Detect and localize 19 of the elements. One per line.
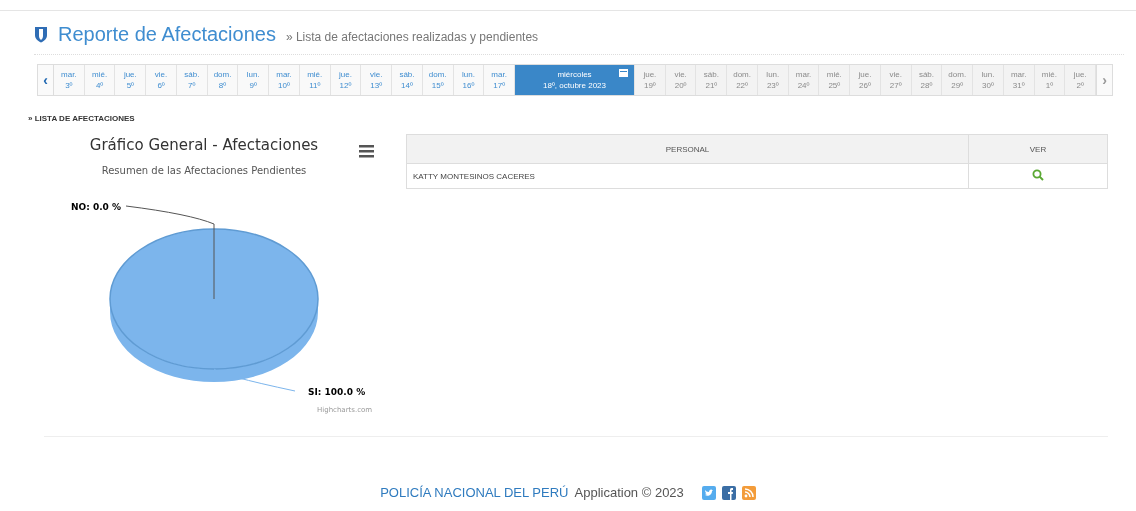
rss-icon[interactable] (741, 485, 756, 500)
calendar-icon (619, 68, 628, 77)
data-label: SI: 100.0 % (308, 387, 366, 397)
twitter-icon[interactable] (701, 485, 716, 500)
menu-icon[interactable] (359, 145, 374, 158)
column-header: VER (968, 134, 1108, 164)
table-cell: KATTY MONTESINOS CACERES (406, 163, 969, 189)
footer-brand: POLICÍA NACIONAL DEL PERÚ (380, 485, 569, 500)
footer-text: Application © 2023 (574, 485, 684, 500)
chart-title: Gráfico General - Afectaciones (89, 136, 319, 154)
day-tab[interactable]: miércoles 18º, octubre 2023 (515, 65, 635, 95)
page-title: Reporte de Afectaciones (58, 23, 276, 46)
data-label: NO: 0.0 % (71, 202, 121, 212)
facebook-icon[interactable] (721, 485, 736, 500)
column-header: PERSONAL (406, 134, 969, 164)
page-subtitle: » Lista de afectaciones realizadas y pendientes (285, 30, 539, 44)
section-title: » LISTA DE AFECTACIONES (28, 114, 136, 123)
shield-icon (34, 26, 48, 43)
chart-subtitle: Resumen de las Afectaciones Pendientes (101, 165, 307, 176)
